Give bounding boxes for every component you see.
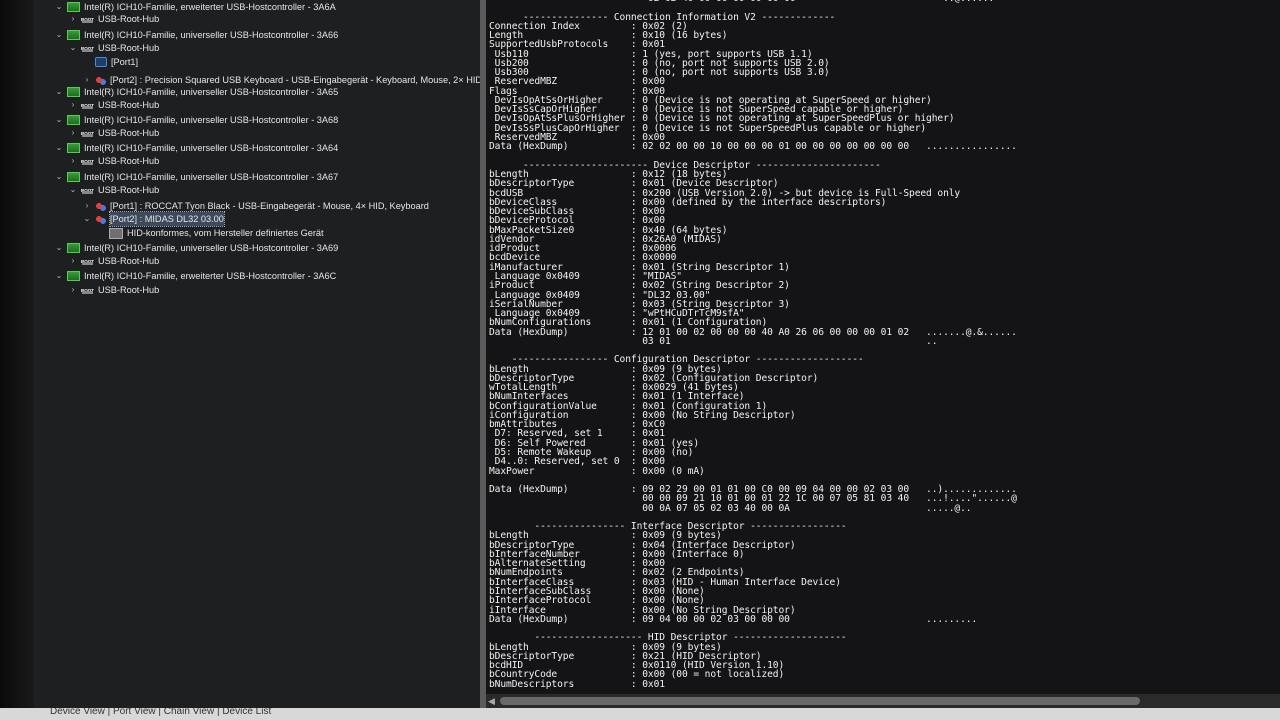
tree-item-label: USB-Root-Hub bbox=[98, 128, 160, 138]
descriptor-detail-pane[interactable]: 02 02 40 00 00 00 00 00 00 ..@...... ---… bbox=[486, 0, 1280, 694]
chevron-right-icon[interactable]: › bbox=[82, 199, 92, 213]
tree-item-label: Intel(R) ICH10-Familie, universeller USB… bbox=[84, 30, 339, 40]
root-hub-icon bbox=[81, 255, 94, 269]
tree-item-root-hub[interactable]: › USB-Root-Hub bbox=[68, 283, 160, 298]
chevron-down-icon[interactable]: ⌄ bbox=[68, 41, 78, 55]
tree-item-device[interactable]: ⌄ [Port2] : MIDAS DL32 03.00 bbox=[82, 211, 225, 227]
chevron-down-icon[interactable]: ⌄ bbox=[54, 113, 64, 127]
descriptor-line: 03 01 .. bbox=[489, 335, 938, 347]
tree-item-hostcontroller[interactable]: ⌄ Intel(R) ICH10-Familie, universeller US… bbox=[54, 85, 338, 99]
root-hub-icon bbox=[81, 127, 94, 141]
usb-device-icon bbox=[95, 201, 106, 211]
descriptor-line: 02 02 40 00 00 00 00 00 00 ..@...... bbox=[489, 0, 1017, 3]
scrollbar-thumb[interactable] bbox=[500, 697, 1140, 705]
chevron-down-icon[interactable]: ⌄ bbox=[54, 141, 64, 155]
chevron-down-icon[interactable]: ⌄ bbox=[54, 85, 64, 99]
tree-item-root-hub[interactable]: › USB-Root-Hub bbox=[68, 154, 160, 169]
tree-item-label: USB-Root-Hub bbox=[98, 185, 160, 195]
tree-item-port[interactable]: [Port1] bbox=[82, 55, 138, 69]
tree-item-label: Intel(R) ICH10-Familie, universeller USB… bbox=[84, 87, 339, 97]
chevron-down-icon[interactable]: ⌄ bbox=[54, 28, 64, 42]
tree-item-root-hub[interactable]: › USB-Root-Hub bbox=[68, 12, 160, 27]
chevron-right-icon[interactable]: › bbox=[68, 283, 78, 297]
scroll-left-icon[interactable]: ◀ bbox=[488, 696, 495, 707]
tree-item-hostcontroller[interactable]: ⌄ Intel(R) ICH10-Familie, universeller US… bbox=[54, 141, 338, 155]
root-hub-icon bbox=[81, 42, 94, 56]
tree-item-root-hub[interactable]: ⌄ USB-Root-Hub bbox=[68, 183, 160, 198]
tree-item-hostcontroller[interactable]: ⌄ Intel(R) ICH10-Familie, universeller US… bbox=[54, 170, 338, 184]
tree-item-label: USB-Root-Hub bbox=[98, 285, 160, 295]
tree-item-label: [Port2] : MIDAS DL32 03.00 bbox=[109, 211, 225, 227]
root-hub-icon bbox=[81, 155, 94, 169]
tree-item-label: USB-Root-Hub bbox=[98, 43, 160, 53]
chevron-right-icon[interactable]: › bbox=[68, 98, 78, 112]
hid-device-icon bbox=[109, 227, 123, 239]
tree-item-label: Intel(R) ICH10-Familie, universeller USB… bbox=[84, 115, 339, 125]
tree-item-root-hub[interactable]: › USB-Root-Hub bbox=[68, 126, 160, 141]
root-hub-icon bbox=[81, 99, 94, 113]
tree-item-root-hub[interactable]: › USB-Root-Hub bbox=[68, 254, 160, 269]
descriptor-text: 02 02 40 00 00 00 00 00 00 ..@...... ---… bbox=[489, 0, 1017, 689]
tree-item-label: HID-konformes, vom Hersteller definierte… bbox=[127, 228, 324, 238]
chevron-right-icon[interactable]: › bbox=[68, 154, 78, 168]
status-bar: Device View | Port View | Chain View | D… bbox=[0, 708, 1280, 720]
descriptor-line: Data (HexDump) : 02 02 00 00 10 00 00 00… bbox=[489, 141, 1017, 153]
usb-controller-icon bbox=[67, 143, 80, 153]
tree-item-hid-device[interactable]: HID-konformes, vom Hersteller definierte… bbox=[96, 226, 324, 240]
chevron-right-icon[interactable]: › bbox=[68, 12, 78, 26]
tree-item-label: Intel(R) ICH10-Familie, erweiterter USB-… bbox=[84, 271, 337, 281]
device-tree-pane[interactable]: ⌄ Intel(R) ICH10-Familie, erweiterter USB… bbox=[34, 0, 480, 708]
usb-device-icon bbox=[95, 75, 106, 85]
root-hub-icon bbox=[81, 284, 94, 298]
tree-item-label: Intel(R) ICH10-Familie, universeller USB… bbox=[84, 143, 339, 153]
tree-item-device[interactable]: › [Port1] : ROCCAT Tyon Black - USB-Einga… bbox=[82, 199, 429, 213]
tree-item-label: [Port1] : ROCCAT Tyon Black - USB-Eingab… bbox=[110, 201, 429, 211]
descriptor-line: MaxPower : 0x00 (0 mA) bbox=[489, 465, 705, 477]
chevron-down-icon[interactable]: ⌄ bbox=[54, 0, 64, 14]
tree-item-label: USB-Root-Hub bbox=[98, 156, 160, 166]
chevron-right-icon[interactable]: › bbox=[68, 126, 78, 140]
tree-item-label: USB-Root-Hub bbox=[98, 14, 160, 24]
chevron-down-icon[interactable]: ⌄ bbox=[54, 170, 64, 184]
tree-item-hostcontroller[interactable]: ⌄ Intel(R) ICH10-Familie, universeller US… bbox=[54, 241, 338, 255]
usb-controller-icon bbox=[67, 243, 80, 253]
tree-item-hostcontroller[interactable]: ⌄ Intel(R) ICH10-Familie, erweiterter USB… bbox=[54, 269, 336, 283]
tree-item-root-hub[interactable]: › USB-Root-Hub bbox=[68, 98, 160, 113]
chevron-down-icon[interactable]: ⌄ bbox=[82, 212, 92, 226]
tree-item-label: USB-Root-Hub bbox=[98, 100, 160, 110]
tree-item-label: Intel(R) ICH10-Familie, universeller USB… bbox=[84, 243, 339, 253]
monitor-bezel bbox=[0, 0, 34, 720]
usb-controller-icon bbox=[67, 172, 80, 182]
root-hub-icon bbox=[81, 13, 94, 27]
horizontal-scrollbar[interactable]: ◀ bbox=[486, 694, 1280, 708]
descriptor-line: bNumDescriptors : 0x01 bbox=[489, 678, 665, 690]
descriptor-line: 00 0A 07 05 02 03 40 00 0A .....@.. bbox=[489, 502, 972, 514]
tree-item-hostcontroller[interactable]: ⌄ Intel(R) ICH10-Familie, universeller US… bbox=[54, 28, 338, 42]
tree-item-label: [Port1] bbox=[111, 57, 139, 67]
status-text: Device View | Port View | Chain View | D… bbox=[50, 708, 272, 717]
tree-item-root-hub[interactable]: ⌄ USB-Root-Hub bbox=[68, 41, 160, 56]
usb-controller-icon bbox=[67, 2, 80, 12]
chevron-right-icon[interactable]: › bbox=[68, 254, 78, 268]
usb-controller-icon bbox=[67, 87, 80, 97]
usb-device-icon bbox=[95, 214, 106, 224]
usb-controller-icon bbox=[67, 115, 80, 125]
tree-item-label: Intel(R) ICH10-Familie, universeller USB… bbox=[84, 172, 339, 182]
usb-port-icon bbox=[95, 57, 107, 67]
tree-item-label: USB-Root-Hub bbox=[98, 256, 160, 266]
usb-controller-icon bbox=[67, 30, 80, 40]
tree-item-hostcontroller[interactable]: ⌄ Intel(R) ICH10-Familie, universeller US… bbox=[54, 113, 338, 127]
chevron-down-icon[interactable]: ⌄ bbox=[68, 183, 78, 197]
chevron-down-icon[interactable]: ⌄ bbox=[54, 269, 64, 283]
usb-controller-icon bbox=[67, 271, 80, 281]
root-hub-icon bbox=[81, 184, 94, 198]
descriptor-line: Data (HexDump) : 09 04 00 00 02 03 00 00… bbox=[489, 613, 978, 625]
chevron-down-icon[interactable]: ⌄ bbox=[54, 241, 64, 255]
